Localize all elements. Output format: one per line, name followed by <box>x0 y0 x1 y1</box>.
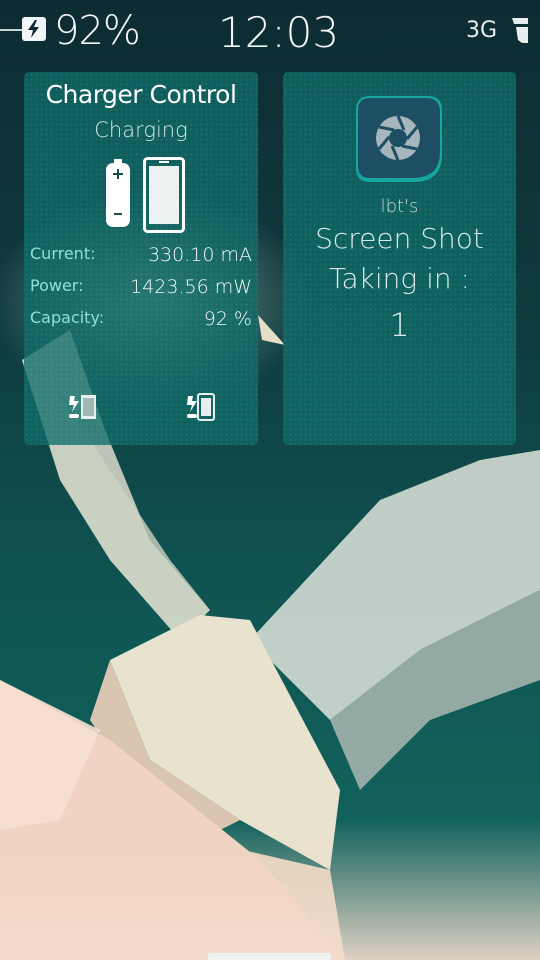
countdown-value: 1 <box>389 306 410 344</box>
power-label: Power: <box>30 276 84 295</box>
app-author: lbt's <box>380 196 419 217</box>
capacity-value: 92 % <box>203 308 252 330</box>
current-value: 330.10 mA <box>147 244 252 266</box>
power-value: 1423.56 mW <box>130 276 252 298</box>
clock: 12:03 <box>218 8 340 57</box>
battery-percentage: 92% <box>54 8 141 54</box>
network-type: 3G <box>466 18 498 43</box>
capacity-label: Capacity: <box>30 308 105 327</box>
phone-icon <box>143 157 185 233</box>
status-bar-divider <box>0 29 22 31</box>
lightning-bolt-icon <box>22 17 46 41</box>
phone-charge-icon[interactable] <box>184 392 216 422</box>
battery-icon <box>106 159 130 227</box>
status-bar: 92% 12:03 3G <box>0 0 540 62</box>
screenshot-cover[interactable]: lbt's Screen Shot Taking in : 1 <box>283 72 516 445</box>
card-title: Charger Control <box>45 80 237 109</box>
current-label: Current: <box>30 244 96 263</box>
charger-control-cover[interactable]: Charger Control Charging Current: 330.10… <box>24 72 258 445</box>
camera-aperture-icon <box>356 96 442 182</box>
countdown-label: Taking in : <box>329 262 470 295</box>
app-title: Screen Shot <box>315 222 484 255</box>
charging-status: Charging <box>94 118 188 142</box>
battery-charge-off-icon[interactable] <box>66 392 98 422</box>
signal-strength-icon <box>512 18 528 43</box>
home-indicator[interactable] <box>208 953 331 960</box>
